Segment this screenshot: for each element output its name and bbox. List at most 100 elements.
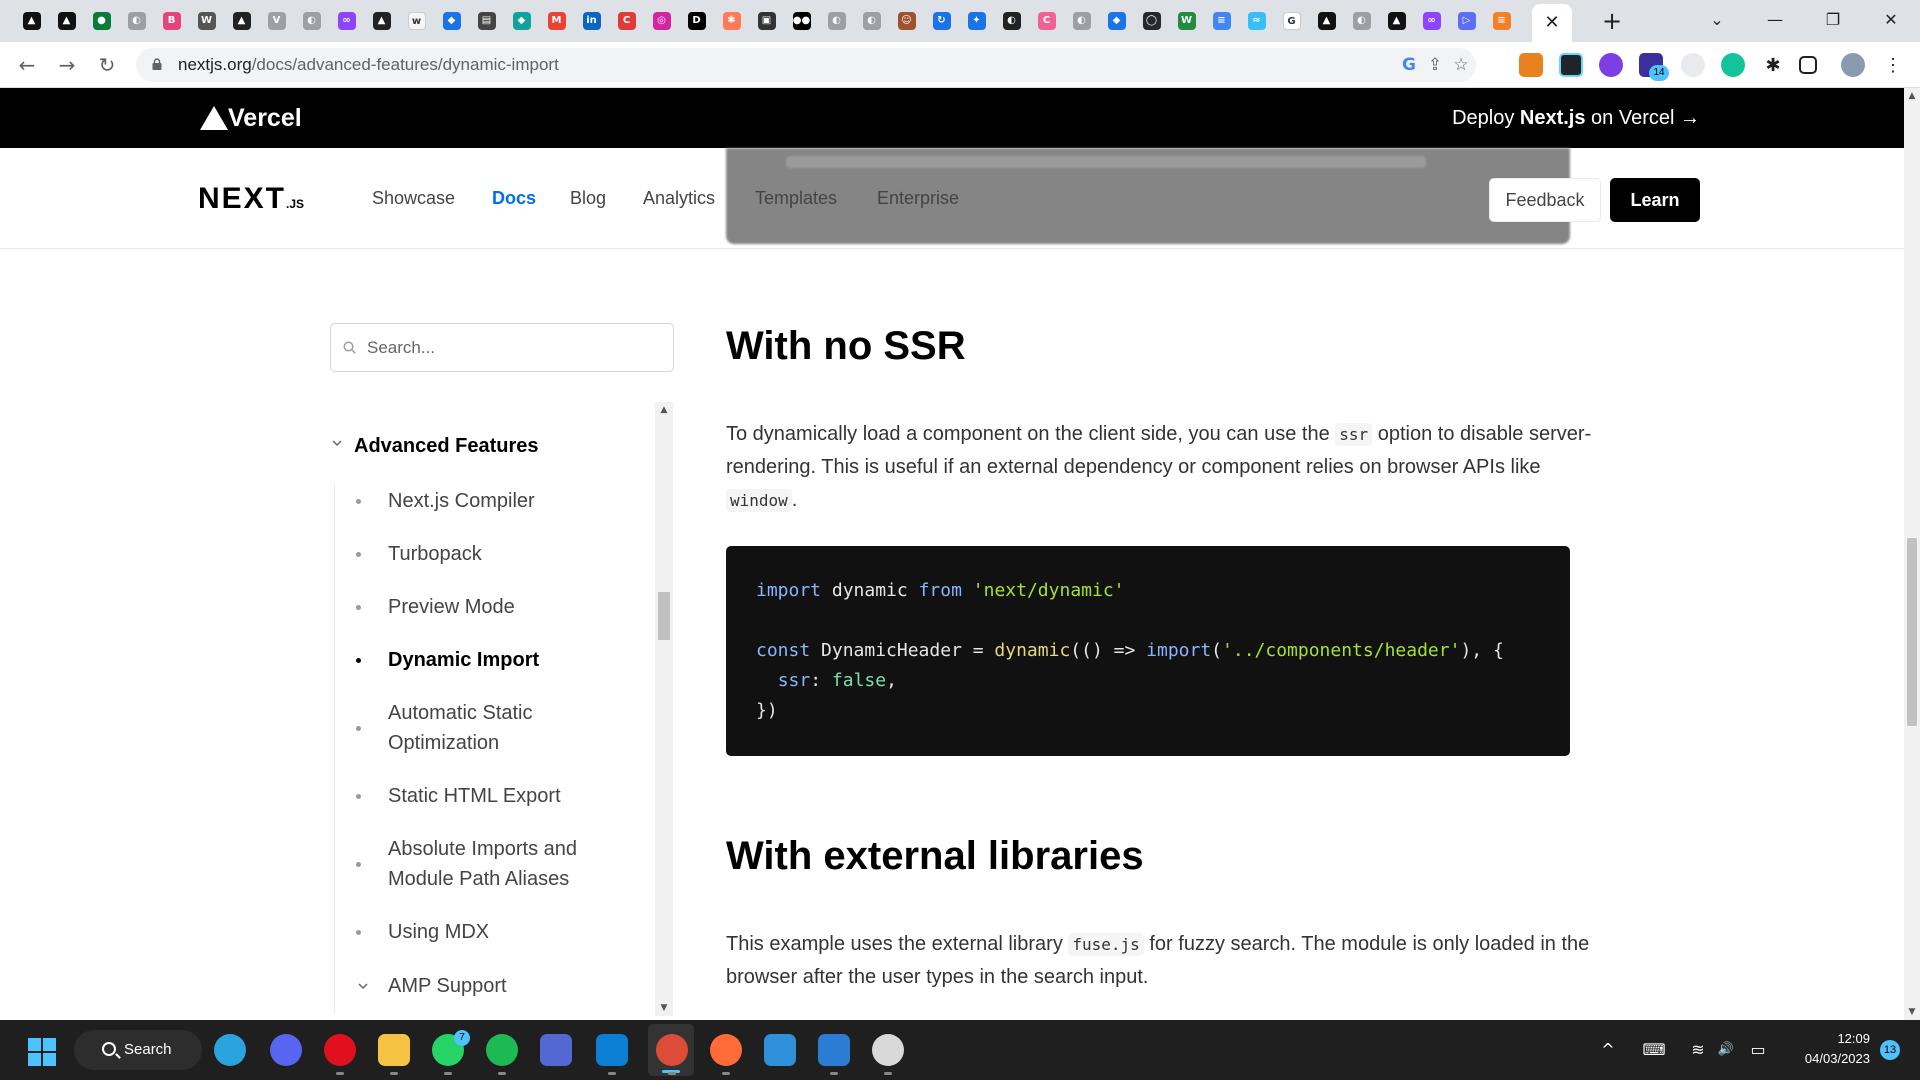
tab-favicon-22[interactable]: ▣: [749, 8, 784, 34]
scroll-down-arrow-icon[interactable]: ▼: [655, 1000, 673, 1016]
sidebar-item-amp-support[interactable]: AMP Support: [356, 971, 636, 1001]
side-panel-icon[interactable]: [1799, 56, 1817, 74]
nav-analytics[interactable]: Analytics: [643, 186, 715, 210]
tab-favicon-32[interactable]: ◆: [1099, 8, 1134, 34]
browser-menu-icon[interactable]: ⋮: [1881, 53, 1905, 77]
tray-chevron-icon[interactable]: ^: [1598, 1038, 1618, 1062]
tab-favicon-30[interactable]: C: [1029, 8, 1064, 34]
battery-icon[interactable]: ▭: [1746, 1038, 1770, 1062]
tab-favicon-8[interactable]: V: [259, 8, 294, 34]
extensions-puzzle-icon[interactable]: ✱: [1761, 53, 1785, 77]
tab-favicon-41[interactable]: ∞: [1414, 8, 1449, 34]
tab-favicon-23[interactable]: ●●: [784, 8, 819, 34]
extension-gray-icon[interactable]: [1681, 53, 1705, 77]
nav-blog[interactable]: Blog: [570, 186, 606, 210]
opera-icon[interactable]: [324, 1034, 356, 1075]
active-tab[interactable]: ✕: [1532, 4, 1572, 42]
nav-showcase[interactable]: Showcase: [372, 186, 455, 210]
tab-favicon-33[interactable]: ◯: [1134, 8, 1169, 34]
telegram-icon[interactable]: [214, 1034, 246, 1066]
back-button[interactable]: ←: [12, 50, 42, 80]
extension-circle-icon[interactable]: [1599, 53, 1623, 77]
nav-enterprise[interactable]: Enterprise: [877, 186, 959, 210]
react-devtools-extension-icon[interactable]: [1559, 53, 1583, 77]
clock-time[interactable]: 12:09: [1820, 1030, 1870, 1048]
tab-favicon-34[interactable]: W: [1169, 8, 1204, 34]
close-tab-icon[interactable]: ✕: [1532, 4, 1572, 42]
profile-avatar[interactable]: [1841, 53, 1865, 77]
vercel-banner[interactable]: Vercel Deploy Next.js on Vercel →: [0, 88, 1904, 148]
minimize-button[interactable]: —: [1746, 0, 1804, 42]
feedback-button[interactable]: Feedback: [1489, 178, 1601, 222]
spotify-icon[interactable]: [486, 1034, 518, 1075]
scrollbar-thumb[interactable]: [658, 592, 670, 640]
sidebar-item-automatic-static-optimization[interactable]: Automatic Static Optimization: [356, 698, 636, 758]
clock-date[interactable]: 04/03/2023: [1786, 1050, 1870, 1068]
windows-start-icon[interactable]: [28, 1038, 56, 1066]
sidebar-scrollbar[interactable]: ▲ ▼: [655, 402, 673, 1016]
page-scroll-down-icon[interactable]: ▼: [1904, 1004, 1920, 1020]
docs-search[interactable]: [330, 323, 674, 372]
tab-favicon-21[interactable]: ✱: [714, 8, 749, 34]
share-icon[interactable]: ⇪: [1422, 52, 1448, 78]
lock-icon[interactable]: [152, 58, 162, 70]
nextjs-logo[interactable]: NEXT.JS: [198, 182, 304, 221]
learn-button[interactable]: Learn: [1610, 178, 1700, 222]
sidebar-item-nextjs-compiler[interactable]: Next.js Compiler: [356, 486, 636, 516]
sidebar-item-dynamic-import[interactable]: Dynamic Import: [356, 645, 636, 675]
tab-favicon-35[interactable]: ≡: [1204, 8, 1239, 34]
azure-data-icon[interactable]: [764, 1034, 796, 1066]
tab-favicon-37[interactable]: G: [1274, 8, 1309, 34]
tab-favicon-43[interactable]: ≡: [1484, 8, 1519, 34]
address-bar[interactable]: nextjs.org/docs/advanced-features/dynami…: [136, 48, 1476, 82]
tab-favicon-19[interactable]: ◎: [644, 8, 679, 34]
sidebar-item-static-html-export[interactable]: Static HTML Export: [356, 781, 636, 811]
restore-button[interactable]: ❐: [1804, 0, 1862, 42]
volume-icon[interactable]: 🔊: [1714, 1038, 1738, 1062]
tab-favicon-5[interactable]: B: [154, 8, 189, 34]
sidebar-item-absolute-imports[interactable]: Absolute Imports and Module Path Aliases: [356, 834, 636, 894]
tab-favicon-10[interactable]: ∞: [329, 8, 364, 34]
new-tab-button[interactable]: +: [1597, 6, 1627, 36]
extension-graduation-icon[interactable]: 14: [1639, 53, 1669, 81]
tab-favicon-28[interactable]: ✦: [959, 8, 994, 34]
code-block[interactable]: import dynamic from 'next/dynamic' const…: [726, 546, 1570, 756]
tab-favicon-15[interactable]: ◆: [504, 8, 539, 34]
tab-favicon-9[interactable]: ◐: [294, 8, 329, 34]
scroll-up-arrow-icon[interactable]: ▲: [655, 402, 673, 418]
tab-favicon-12[interactable]: w: [399, 8, 434, 34]
notification-badge[interactable]: 13: [1880, 1040, 1900, 1060]
tab-favicon-13[interactable]: ◆: [434, 8, 469, 34]
page-scrollbar[interactable]: ▲ ▼: [1904, 88, 1920, 1020]
discord-icon[interactable]: [270, 1034, 302, 1066]
vercel-brand[interactable]: Vercel: [228, 100, 302, 136]
tab-favicon-27[interactable]: ↻: [924, 8, 959, 34]
wifi-icon[interactable]: ≋: [1686, 1038, 1710, 1062]
tab-favicon-11[interactable]: ▲: [364, 8, 399, 34]
file-explorer-icon[interactable]: [378, 1034, 410, 1075]
tab-favicon-17[interactable]: in: [574, 8, 609, 34]
tab-favicon-6[interactable]: W: [189, 8, 224, 34]
google-lens-icon[interactable]: G: [1396, 52, 1422, 78]
tab-favicon-14[interactable]: ▤: [469, 8, 504, 34]
tab-favicon-38[interactable]: ▲: [1309, 8, 1344, 34]
close-window-button[interactable]: ✕: [1862, 0, 1920, 42]
tab-favicon-25[interactable]: ◐: [854, 8, 889, 34]
sidebar-item-turbopack[interactable]: Turbopack: [356, 539, 636, 569]
tab-favicon-3[interactable]: ●: [84, 8, 119, 34]
search-input[interactable]: [367, 324, 657, 371]
bookmark-star-icon[interactable]: ☆: [1448, 52, 1474, 78]
keyboard-icon[interactable]: ⌨: [1642, 1038, 1666, 1062]
metamask-extension-icon[interactable]: [1519, 53, 1543, 77]
nav-docs[interactable]: Docs: [492, 186, 536, 210]
clock-app-icon[interactable]: [872, 1034, 904, 1075]
tab-favicon-16[interactable]: M: [539, 8, 574, 34]
tab-favicon-42[interactable]: ▷: [1449, 8, 1484, 34]
tab-favicon-2[interactable]: ▲: [49, 8, 84, 34]
tab-favicon-7[interactable]: ▲: [224, 8, 259, 34]
tab-favicon-36[interactable]: ≈: [1239, 8, 1274, 34]
sidebar-item-preview-mode[interactable]: Preview Mode: [356, 592, 636, 622]
taskbar-search[interactable]: Search: [74, 1030, 202, 1070]
tab-favicon-1[interactable]: ▲: [14, 8, 49, 34]
vscode-icon[interactable]: [596, 1034, 628, 1075]
